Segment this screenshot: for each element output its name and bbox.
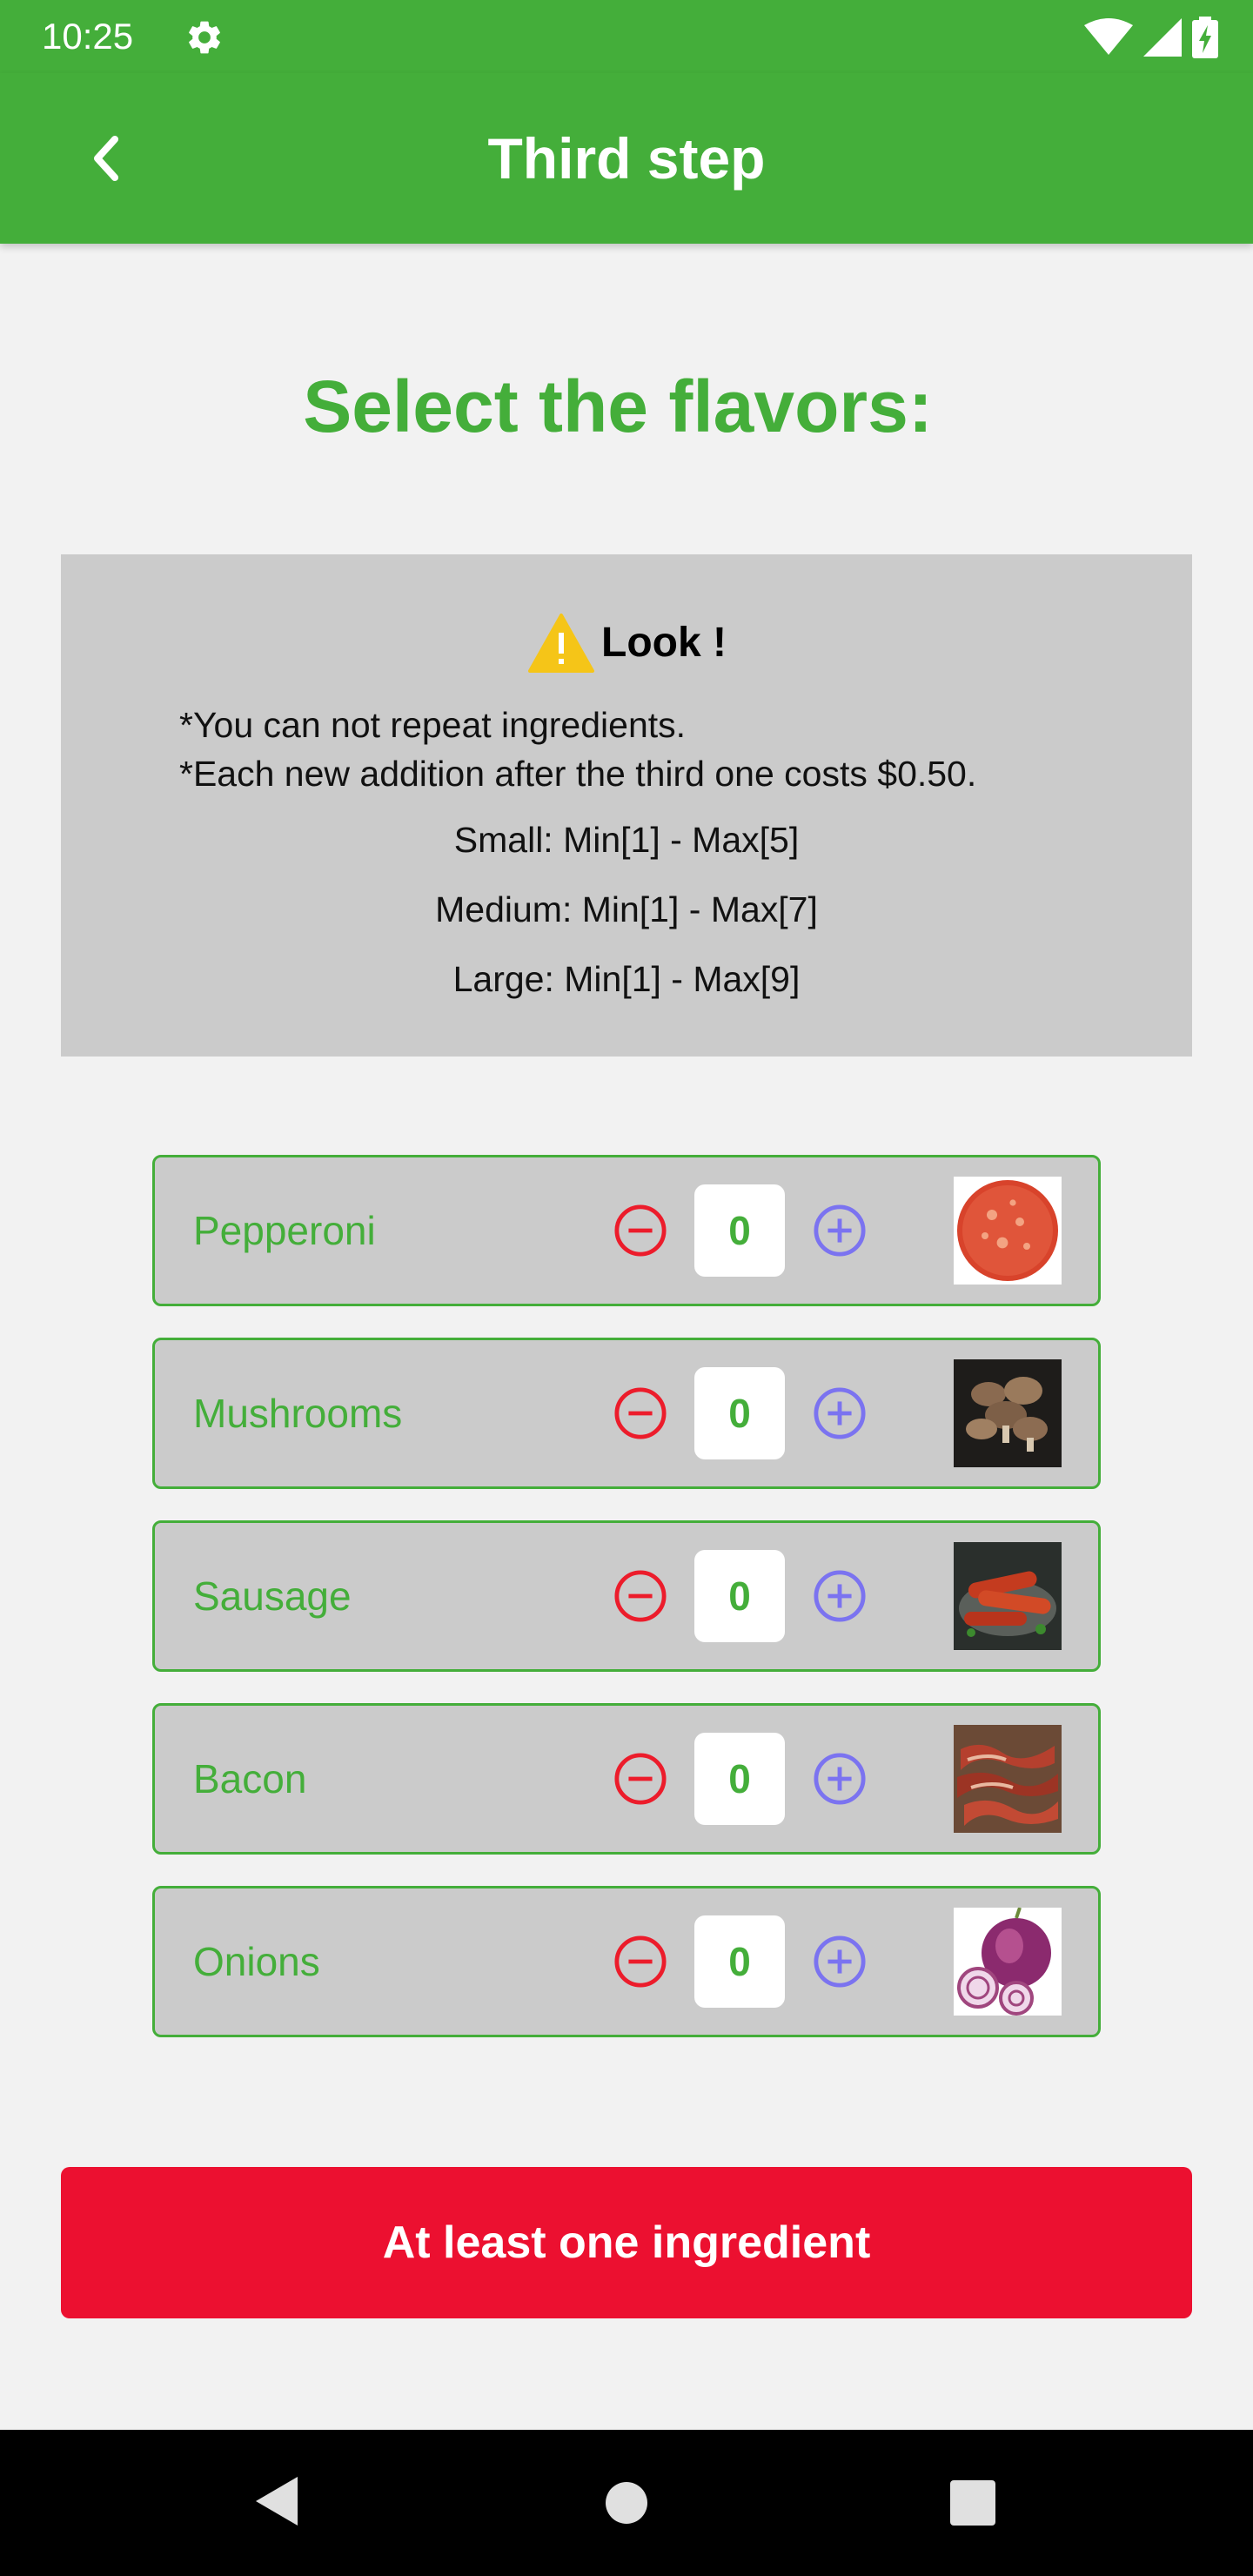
ingredient-row-mushrooms: Mushrooms 0: [152, 1338, 1101, 1489]
ingredient-row-onions: Onions 0: [152, 1886, 1101, 2037]
status-bar: 10:25: [0, 0, 1253, 73]
sausage-image: [954, 1542, 1062, 1650]
ingredient-name: Bacon: [193, 1756, 307, 1801]
notice-rule: *You can not repeat ingredients.: [179, 705, 687, 745]
gear-icon: [189, 21, 220, 54]
notice-title: Look !: [601, 620, 727, 666]
ingredient-row-bacon: Bacon 0: [152, 1703, 1101, 1855]
navigation-bar: [0, 2430, 1253, 2576]
quantity-value: 0: [694, 1367, 785, 1459]
app-bar-title: Third step: [487, 126, 766, 191]
quantity-value: 0: [694, 1915, 785, 2008]
status-time: 10:25: [42, 16, 134, 57]
nav-back-icon[interactable]: [252, 2473, 301, 2529]
mushrooms-image: [954, 1359, 1062, 1467]
warning-icon: [528, 614, 594, 673]
minus-icon[interactable]: [613, 1204, 667, 1258]
minus-icon[interactable]: [613, 1569, 667, 1623]
nav-home-icon[interactable]: [605, 2481, 648, 2525]
battery-charging-icon: [1192, 17, 1218, 58]
app-bar: Third step: [0, 73, 1253, 244]
onions-image: [954, 1908, 1062, 2016]
quantity-value: 0: [694, 1550, 785, 1642]
quantity-value: 0: [694, 1733, 785, 1825]
nav-recents-icon[interactable]: [950, 2480, 995, 2526]
notice-box: Look ! *You can not repeat ingredients. …: [61, 554, 1192, 1057]
quantity-value: 0: [694, 1184, 785, 1277]
minus-icon[interactable]: [613, 1752, 667, 1806]
pepperoni-image: [954, 1177, 1062, 1285]
plus-icon[interactable]: [813, 1204, 867, 1258]
plus-icon[interactable]: [813, 1752, 867, 1806]
plus-icon[interactable]: [813, 1935, 867, 1989]
ingredient-name: Pepperoni: [193, 1208, 376, 1253]
status-icons: [1084, 16, 1218, 59]
notice-rule: *Each new addition after the third one c…: [179, 754, 977, 794]
wifi-icon: [1084, 18, 1133, 55]
ingredient-name: Onions: [193, 1939, 320, 1984]
ingredient-name: Mushrooms: [193, 1391, 403, 1436]
at-least-one-ingredient-button[interactable]: At least one ingredient: [61, 2167, 1192, 2318]
ingredient-row-sausage: Sausage 0: [152, 1520, 1101, 1672]
bacon-image: [954, 1725, 1062, 1833]
ingredient-row-pepperoni: Pepperoni 0: [152, 1155, 1101, 1306]
notice-rules: *You can not repeat ingredients. *Each n…: [179, 701, 976, 798]
notice-size-large: Large: Min[1] - Max[9]: [452, 959, 801, 999]
notice-size-medium: Medium: Min[1] - Max[7]: [435, 889, 818, 929]
plus-icon[interactable]: [813, 1569, 867, 1623]
ingredient-name: Sausage: [193, 1573, 352, 1619]
notice-size-small: Small: Min[1] - Max[5]: [453, 820, 800, 860]
page-title: Select the flavors:: [303, 366, 933, 447]
minus-icon[interactable]: [613, 1386, 667, 1440]
cell-signal-icon: [1143, 18, 1182, 57]
plus-icon[interactable]: [813, 1386, 867, 1440]
minus-icon[interactable]: [613, 1935, 667, 1989]
notice-header: Look !: [61, 612, 1192, 674]
